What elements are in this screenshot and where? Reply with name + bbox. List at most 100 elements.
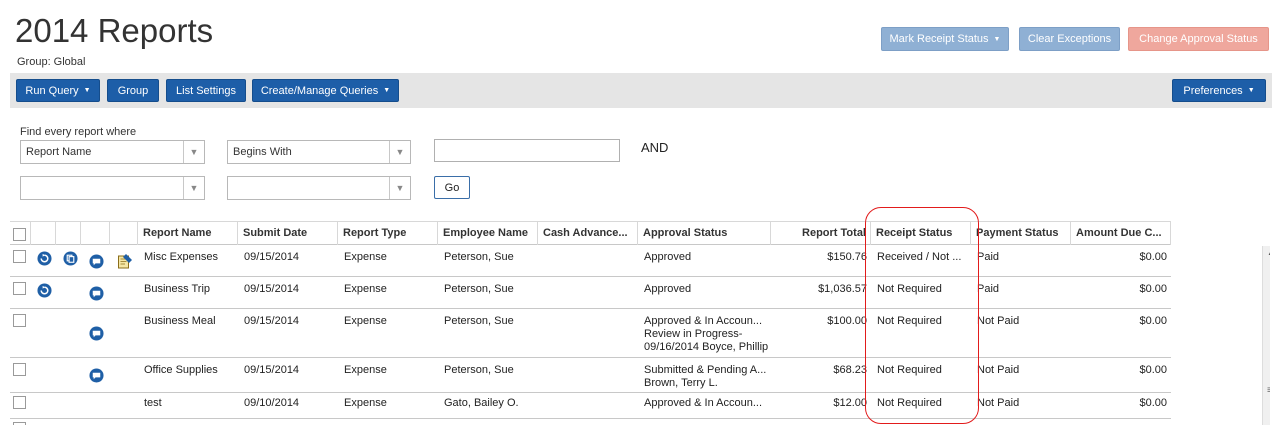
preferences-button[interactable]: Preferences ▼: [1172, 79, 1266, 102]
report-name-cell[interactable]: Business Trip: [144, 283, 210, 295]
row-checkbox[interactable]: [13, 363, 26, 376]
report-total-cell: $12.00: [833, 397, 867, 409]
report-name-cell[interactable]: Business Meal: [144, 315, 216, 327]
icon-column-header: [110, 222, 138, 245]
find-label: Find every report where: [20, 126, 137, 138]
amount-due-cell: $0.00: [1139, 364, 1167, 376]
row-checkbox[interactable]: [13, 314, 26, 327]
amount-due-cell: $0.00: [1139, 315, 1167, 327]
column-header-receipt-status[interactable]: Receipt Status: [871, 222, 971, 245]
clear-exceptions-button[interactable]: Clear Exceptions: [1019, 27, 1120, 51]
approval-status-cell: Approved: [644, 283, 769, 296]
comment-icon[interactable]: [89, 368, 104, 383]
report-type-cell: Expense: [344, 315, 387, 327]
column-header-employee-name[interactable]: Employee Name: [438, 222, 538, 245]
report-name-cell[interactable]: Misc Expenses: [144, 251, 218, 263]
preferences-label: Preferences: [1183, 84, 1243, 97]
query-value-input[interactable]: [434, 139, 620, 162]
column-header-report-name[interactable]: Report Name: [138, 222, 238, 245]
approval-status-line: Approved & In Accoun...: [644, 397, 763, 409]
go-button[interactable]: Go: [434, 176, 470, 199]
payment-status-cell: Not Paid: [977, 315, 1020, 327]
receipt-status-cell: Not Required: [877, 283, 942, 295]
list-settings-label: List Settings: [176, 84, 236, 97]
approval-status-cell: Approved: [644, 251, 769, 264]
receipt-status-cell: Not Required: [877, 315, 942, 327]
column-header-report-type[interactable]: Report Type: [338, 222, 438, 245]
query-operator-value: Begins With: [233, 146, 292, 158]
report-name-cell[interactable]: Office Supplies: [144, 364, 218, 376]
list-settings-button[interactable]: List Settings: [166, 79, 246, 102]
column-header-payment-status[interactable]: Payment Status: [971, 222, 1071, 245]
column-header-approval-status[interactable]: Approval Status: [638, 222, 771, 245]
select-all-cell: [10, 222, 31, 245]
table-row[interactable]: Business Trip 09/15/2014 Expense Peterso…: [10, 277, 1171, 309]
comment-icon[interactable]: [89, 254, 104, 269]
go-label: Go: [444, 181, 460, 194]
group-label: Group: Global: [17, 56, 86, 68]
amount-due-cell: $0.00: [1139, 397, 1167, 409]
report-total-cell: $150.76: [827, 251, 867, 263]
row-checkbox[interactable]: [13, 396, 26, 409]
column-header-submit-date[interactable]: Submit Date: [238, 222, 338, 245]
table-row[interactable]: Office Supplies 09/15/2014 Expense Peter…: [10, 358, 1171, 393]
submit-date-cell: 09/15/2014: [244, 364, 300, 376]
chevron-down-icon: ▼: [183, 177, 204, 199]
report-type-cell: Expense: [344, 364, 387, 376]
clear-exceptions-label: Clear Exceptions: [1027, 33, 1112, 45]
create-manage-queries-button[interactable]: Create/Manage Queries ▼: [252, 79, 399, 102]
approval-status-line: Brown, Terry L.: [644, 377, 718, 389]
query-field-select-2[interactable]: ▼: [20, 176, 205, 200]
run-query-button[interactable]: Run Query ▼: [16, 79, 100, 102]
report-total-cell: $1,036.57: [818, 283, 867, 295]
row-checkbox[interactable]: [13, 250, 26, 263]
copy-report-icon[interactable]: [63, 251, 78, 266]
receipt-image-icon[interactable]: [117, 253, 133, 270]
and-label: AND: [641, 140, 669, 155]
recall-icon[interactable]: [37, 283, 52, 298]
employee-name-cell: Gato, Bailey O.: [444, 397, 519, 409]
query-operator-select-2[interactable]: ▼: [227, 176, 411, 200]
approval-status-cell: Approved & In Accoun... Review in Progre…: [644, 315, 774, 354]
change-approval-status-button[interactable]: Change Approval Status: [1128, 27, 1269, 51]
recall-icon[interactable]: [37, 251, 52, 266]
approval-status-line: Approved: [644, 251, 692, 263]
table-row[interactable]: test 09/10/2014 Expense Gato, Bailey O. …: [10, 393, 1171, 419]
column-header-report-total[interactable]: Report Total: [771, 222, 871, 245]
payment-status-cell: Paid: [977, 283, 1000, 295]
amount-due-cell: $0.00: [1139, 251, 1167, 263]
scroll-grip-icon[interactable]: ≡: [1267, 386, 1270, 396]
row-checkbox[interactable]: [13, 282, 26, 295]
query-field-select[interactable]: Report Name ▼: [20, 140, 205, 164]
scroll-up-arrow-icon[interactable]: ▲: [1267, 248, 1270, 257]
submit-date-cell: 09/15/2014: [244, 315, 300, 327]
comment-icon[interactable]: [89, 326, 104, 341]
receipt-status-cell: Received / Not ...: [877, 251, 962, 263]
select-all-checkbox[interactable]: [13, 228, 26, 241]
icon-column-header: [81, 222, 110, 245]
report-type-cell: Expense: [344, 251, 387, 263]
column-header-cash-advance[interactable]: Cash Advance...: [538, 222, 638, 245]
mark-receipt-status-button[interactable]: Mark Receipt Status ▼: [881, 27, 1009, 51]
amount-due-cell: $0.00: [1139, 283, 1167, 295]
chevron-down-icon: ▼: [389, 177, 410, 199]
group-button[interactable]: Group: [107, 79, 159, 102]
query-operator-select[interactable]: Begins With ▼: [227, 140, 411, 164]
vertical-scrollbar[interactable]: ▲ ≡: [1262, 246, 1270, 425]
report-type-cell: Expense: [344, 283, 387, 295]
table-row[interactable]: Misc Expenses 09/15/2014 Expense Peterso…: [10, 245, 1171, 277]
employee-name-cell: Peterson, Sue: [444, 364, 514, 376]
chevron-down-icon: ▼: [389, 141, 410, 163]
column-header-amount-due[interactable]: Amount Due C...: [1071, 222, 1171, 245]
caret-down-icon: ▼: [383, 87, 391, 94]
comment-icon[interactable]: [89, 286, 104, 301]
report-type-cell: Expense: [344, 397, 387, 409]
grid-header: Report Name Submit Date Report Type Empl…: [10, 221, 1171, 245]
toolbar: Run Query ▼ Group List Settings Create/Ma…: [10, 73, 1272, 108]
table-row[interactable]: Business Meal 09/15/2014 Expense Peterso…: [10, 309, 1171, 358]
report-name-cell[interactable]: test: [144, 397, 162, 409]
approval-status-line: Submitted & Pending A...: [644, 364, 767, 376]
query-field-value: Report Name: [26, 146, 92, 158]
employee-name-cell: Peterson, Sue: [444, 283, 514, 295]
group-button-label: Group: [117, 84, 149, 97]
